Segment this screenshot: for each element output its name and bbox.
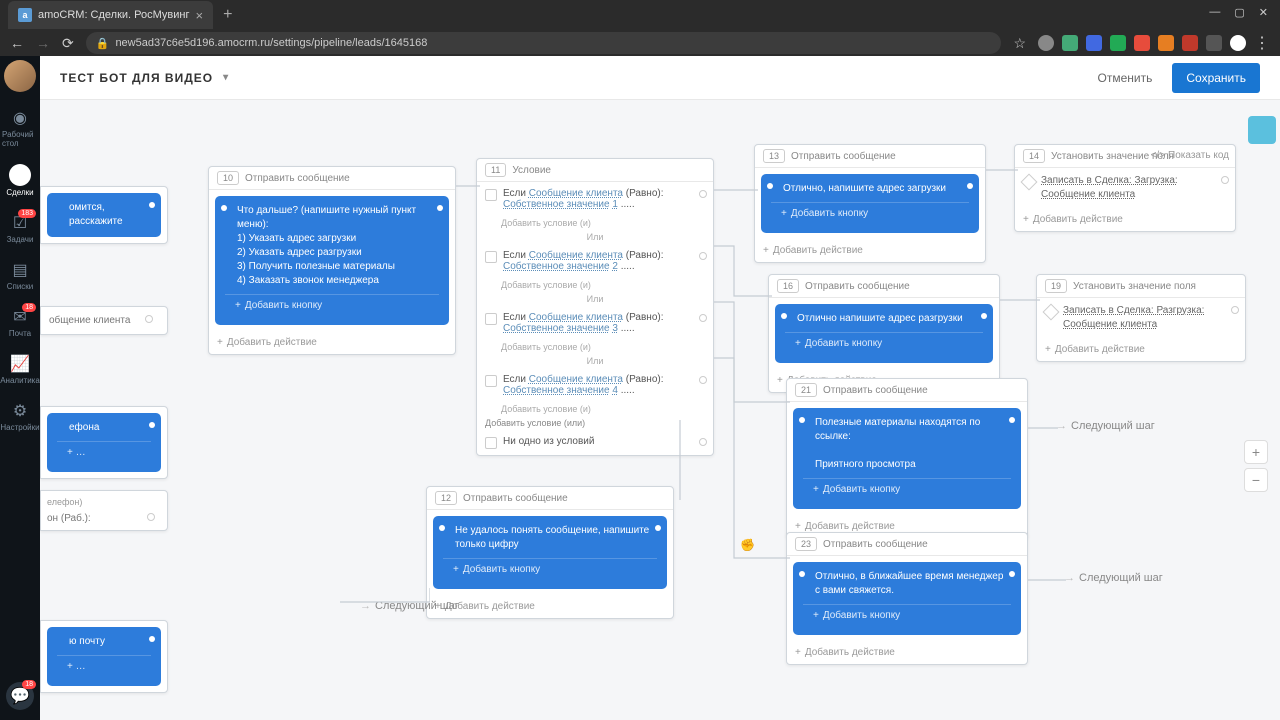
sidebar-item-mail[interactable]: ✉ Почта 18 — [2, 301, 38, 344]
node-13[interactable]: 13Отправить сообщение Отлично, напишите … — [754, 144, 986, 263]
lock-icon: 🔒 — [96, 37, 110, 50]
browser-chrome: a amoCRM: Сделки. РосМувинг × + ← → ⟳ 🔒 … — [0, 0, 1280, 56]
add-button-row[interactable]: + Добавить кнопку — [225, 294, 439, 317]
zoom-in-button[interactable]: + — [1244, 440, 1268, 464]
new-tab-button[interactable]: + — [213, 6, 242, 24]
deals-icon — [9, 164, 31, 186]
node-partial-5[interactable]: ю почту+ … — [40, 620, 168, 693]
ext-icon[interactable] — [1206, 35, 1222, 51]
profile-icon[interactable] — [1230, 35, 1246, 51]
list-icon: ▤ — [10, 260, 30, 280]
forward-button[interactable]: → — [36, 35, 50, 51]
node-partial-3[interactable]: ефона+ … — [40, 406, 168, 479]
zoom-out-button[interactable]: − — [1244, 468, 1268, 492]
grab-cursor-icon: ✊ — [740, 538, 755, 552]
add-action-button[interactable]: + Добавить действие — [209, 331, 455, 354]
ext-icon[interactable] — [1038, 35, 1054, 51]
next-step-label[interactable]: Следующий шаг — [1056, 420, 1155, 432]
chevron-down-icon: ▾ — [223, 72, 229, 83]
sidebar-item-analytics[interactable]: 📈 Аналитика — [2, 348, 38, 391]
gauge-icon: ◉ — [10, 108, 30, 128]
settings-icon: ⚙ — [10, 401, 30, 421]
sidebar-item-lists[interactable]: ▤ Списки — [2, 254, 38, 297]
condition-none[interactable]: Ни одно из условий — [477, 430, 713, 455]
bookmark-icon[interactable]: ☆ — [1013, 35, 1026, 52]
node-21[interactable]: 21Отправить сообщение Полезные материалы… — [786, 378, 1028, 539]
ext-icon[interactable] — [1182, 35, 1198, 51]
ext-icon[interactable] — [1158, 35, 1174, 51]
cancel-button[interactable]: Отменить — [1088, 65, 1163, 91]
node-16[interactable]: 16Отправить сообщение Отлично напишите а… — [768, 274, 1000, 393]
analytics-icon: 📈 — [10, 354, 30, 374]
next-step-label[interactable]: Следующий шаг — [1064, 572, 1163, 584]
condition-1[interactable]: Если Сообщение клиента (Равно):Собственн… — [477, 182, 713, 216]
address-bar[interactable]: 🔒 new5ad37c6e5d196.amocrm.ru/settings/pi… — [86, 32, 1002, 54]
app-sidebar: ◉ Рабочий стол Сделки ☑ Задачи 183 ▤ Спи… — [0, 56, 40, 720]
ext-icon[interactable] — [1110, 35, 1126, 51]
save-button[interactable]: Сохранить — [1172, 63, 1260, 93]
node-10[interactable]: 10Отправить сообщение Что дальше? (напиш… — [208, 166, 456, 355]
node-partial-4[interactable]: елефон) он (Раб.): — [40, 490, 168, 531]
sidebar-item-desktop[interactable]: ◉ Рабочий стол — [2, 102, 38, 154]
reload-button[interactable]: ⟳ — [62, 35, 74, 52]
node-12[interactable]: 12Отправить сообщение Не удалось понять … — [426, 486, 674, 619]
node-partial-1[interactable]: омится, расскажите — [40, 186, 168, 244]
condition-3[interactable]: Если Сообщение клиента (Равно):Собственн… — [477, 306, 713, 340]
back-button[interactable]: ← — [10, 35, 24, 51]
bot-title-selector[interactable]: ТЕСТ БОТ ДЛЯ ВИДЕО ▾ — [60, 71, 229, 85]
ext-icon[interactable] — [1062, 35, 1078, 51]
ext-icon[interactable] — [1086, 35, 1102, 51]
amocrm-favicon-icon: a — [18, 8, 32, 22]
node-partial-2[interactable]: общение клиента — [40, 306, 168, 335]
node-19[interactable]: 19Установить значение поля Записать в Сд… — [1036, 274, 1246, 362]
ext-icon[interactable] — [1134, 35, 1150, 51]
tab-title: amoCRM: Сделки. РосМувинг — [38, 9, 190, 21]
node-23[interactable]: 23Отправить сообщение Отлично, в ближайш… — [786, 532, 1028, 665]
next-step-label[interactable]: Следующий шаг — [360, 600, 459, 612]
condition-2[interactable]: Если Сообщение клиента (Равно):Собственн… — [477, 244, 713, 278]
node-14[interactable]: 14Установить значение поля </> Показать … — [1014, 144, 1236, 232]
browser-tab[interactable]: a amoCRM: Сделки. РосМувинг × — [8, 1, 213, 29]
chat-button[interactable]: 💬18 — [6, 682, 34, 710]
sidebar-item-deals[interactable]: Сделки — [2, 158, 38, 203]
close-tab-icon[interactable]: × — [196, 8, 204, 23]
editor-topbar: ТЕСТ БОТ ДЛЯ ВИДЕО ▾ Отменить Сохранить — [40, 56, 1280, 100]
node-11[interactable]: 11Условие Если Сообщение клиента (Равно)… — [476, 158, 714, 456]
show-code-link[interactable]: </> Показать код — [1151, 150, 1229, 161]
extension-icons: ⋮ — [1038, 33, 1270, 53]
window-controls[interactable]: —▢✕ — [1197, 0, 1280, 25]
condition-4[interactable]: Если Сообщение клиента (Равно):Собственн… — [477, 368, 713, 402]
menu-icon[interactable]: ⋮ — [1254, 33, 1270, 53]
bot-canvas[interactable]: омится, расскажите общение клиента ефона… — [40, 100, 1280, 720]
user-avatar[interactable] — [4, 60, 36, 92]
sidebar-item-tasks[interactable]: ☑ Задачи 183 — [2, 207, 38, 250]
sidebar-item-settings[interactable]: ⚙ Настройки — [2, 395, 38, 438]
zoom-controls: + − — [1244, 440, 1268, 492]
